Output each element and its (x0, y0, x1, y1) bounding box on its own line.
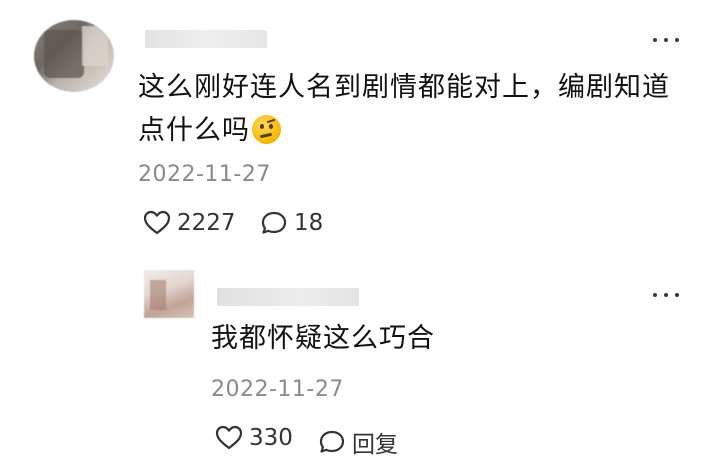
reply-button-label: 回复 (352, 432, 398, 458)
username-blurred[interactable] (145, 30, 267, 48)
comment-text: 这么刚好连人名到剧情都能对上，编剧知道点什么吗 (138, 66, 678, 152)
comment-body: 这么刚好连人名到剧情都能对上，编剧知道点什么吗 (138, 72, 670, 146)
reply-more-options-button[interactable] (653, 288, 679, 302)
more-options-button[interactable] (653, 33, 679, 47)
heart-outline-icon (143, 210, 171, 235)
more-dots-icon (653, 38, 657, 42)
reply-username-blurred[interactable] (217, 288, 359, 306)
more-dot (664, 38, 668, 42)
speech-bubble-icon (261, 211, 287, 234)
more-dot (675, 293, 679, 297)
more-dot (664, 293, 668, 297)
more-dot (675, 38, 679, 42)
reply-text: 我都怀疑这么巧合 (211, 323, 435, 354)
speech-bubble-icon (319, 430, 345, 453)
thinking-face-emoji-icon (252, 115, 281, 144)
reply-button[interactable]: 回复 (318, 425, 398, 459)
comment-thread: 这么刚好连人名到剧情都能对上，编剧知道点什么吗 2022-11-27 2227 … (0, 0, 722, 462)
reply-like-count: 330 (249, 425, 293, 451)
like-button[interactable]: 2227 (143, 210, 236, 236)
like-count: 2227 (177, 210, 236, 236)
reply-count-button[interactable]: 18 (260, 210, 323, 236)
heart-outline-icon (215, 425, 243, 450)
reply-like-button[interactable]: 330 (215, 425, 293, 451)
comment-date: 2022-11-27 (138, 162, 271, 187)
reply-avatar[interactable] (144, 270, 194, 318)
reply-count: 18 (294, 210, 324, 236)
reply-date: 2022-11-27 (211, 377, 344, 402)
avatar[interactable] (34, 20, 114, 92)
more-dots-icon (653, 293, 657, 297)
